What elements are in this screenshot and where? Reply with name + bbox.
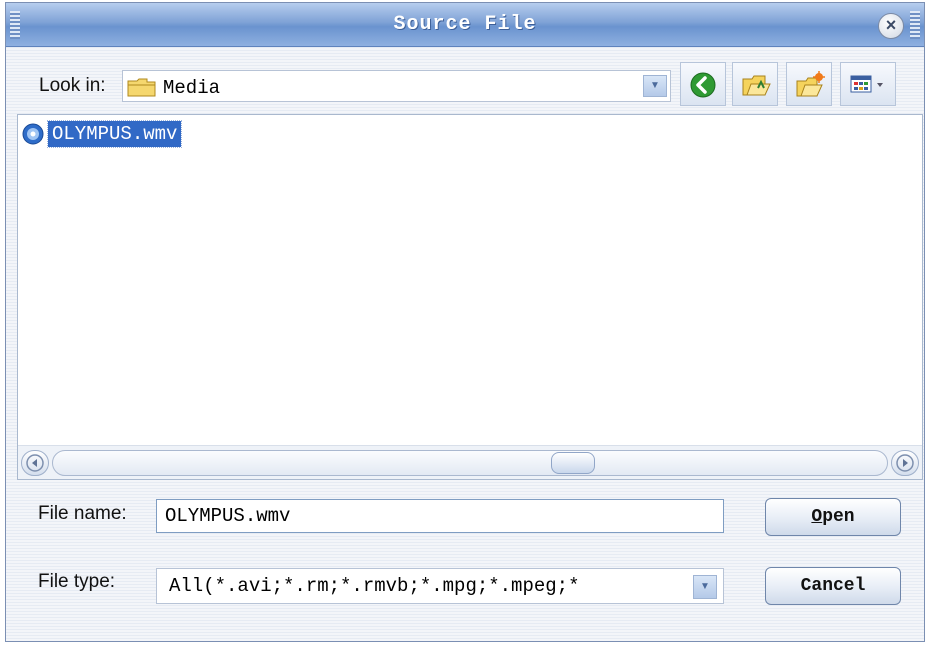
scroll-right-button[interactable]: [891, 450, 919, 476]
look-in-combo[interactable]: Media ▼: [122, 70, 671, 102]
view-menu-icon: [850, 75, 883, 93]
new-folder-button[interactable]: [786, 62, 832, 106]
chevron-down-icon[interactable]: ▼: [643, 75, 667, 97]
scroll-thumb[interactable]: [551, 452, 595, 474]
close-button[interactable]: ×: [878, 13, 904, 39]
cancel-button[interactable]: Cancel: [765, 567, 901, 605]
folder-icon: [127, 78, 156, 97]
file-item-name[interactable]: OLYMPUS.wmv: [46, 120, 183, 148]
chevron-down-icon[interactable]: ▼: [693, 575, 717, 599]
horizontal-scrollbar[interactable]: [18, 445, 922, 479]
open-button[interactable]: Open: [765, 498, 901, 536]
file-type-value: All(*.avi;*.rm;*.rmvb;*.mpg;*.mpeg;*: [169, 575, 580, 597]
scroll-left-button[interactable]: [21, 450, 49, 476]
chevron-right-icon: [896, 454, 914, 472]
file-list[interactable]: OLYMPUS.wmv: [17, 114, 923, 480]
file-type-select[interactable]: All(*.avi;*.rm;*.rmvb;*.mpg;*.mpeg;* ▼: [156, 568, 724, 604]
file-name-label: File name:: [38, 503, 127, 524]
title-bar[interactable]: Source File ×: [6, 3, 924, 47]
file-name-field[interactable]: [156, 499, 724, 533]
look-in-value: Media: [163, 77, 221, 99]
media-file-icon: [22, 123, 44, 145]
folder-up-icon: [742, 75, 771, 96]
scroll-track[interactable]: [52, 450, 888, 476]
dialog-title: Source File: [393, 13, 537, 36]
close-icon: ×: [885, 15, 897, 35]
back-button[interactable]: [680, 62, 726, 106]
new-folder-icon: [796, 71, 825, 97]
view-menu-button[interactable]: [840, 62, 896, 106]
file-type-label: File type:: [38, 571, 116, 592]
look-in-label: Look in:: [39, 75, 106, 96]
back-arrow-icon: [690, 72, 716, 98]
source-file-dialog: Source File × Look in: Media ▼ OLYMPUS.w…: [5, 2, 925, 642]
right-grip-icon: [910, 11, 920, 39]
chevron-left-icon: [26, 454, 44, 472]
up-folder-button[interactable]: [732, 62, 778, 106]
